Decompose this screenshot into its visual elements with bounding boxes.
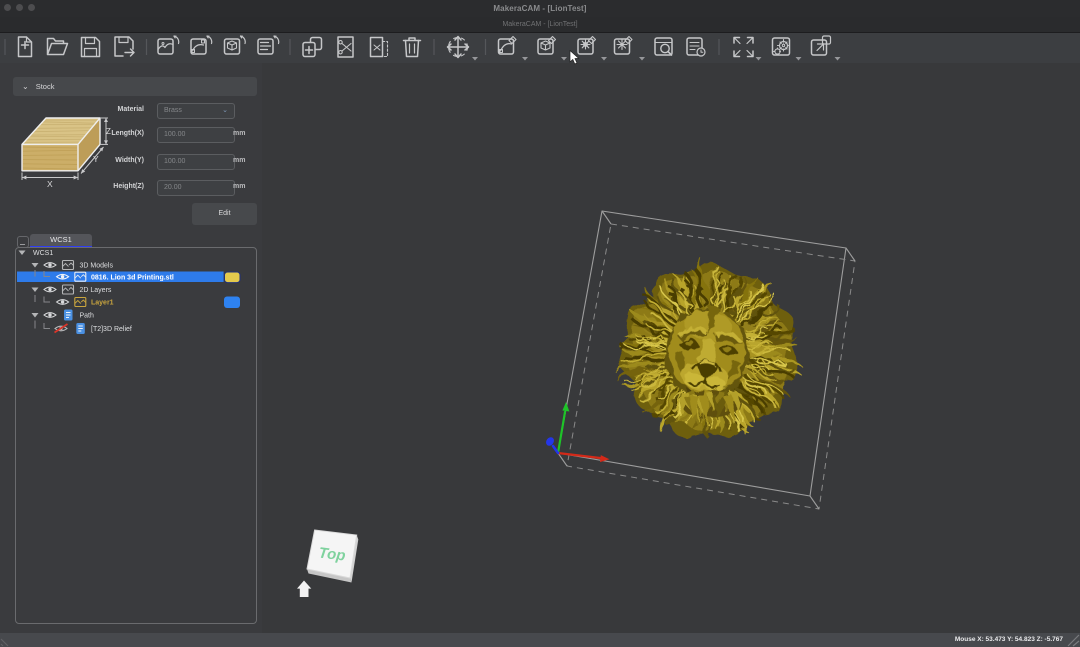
svg-text:Path: Path — [80, 313, 95, 320]
svg-text:2D Layers: 2D Layers — [80, 287, 112, 294]
svg-text:WCS1: WCS1 — [33, 250, 53, 257]
svg-text:[T2]3D Relief: [T2]3D Relief — [91, 326, 132, 333]
svg-text:0816. Lion 3d Printing.stl: 0816. Lion 3d Printing.stl — [91, 274, 174, 281]
svg-text:Top: Top — [318, 544, 347, 564]
svg-text:3D Models: 3D Models — [80, 263, 114, 270]
svg-text:X: X — [47, 179, 53, 189]
svg-text:Layer1: Layer1 — [91, 300, 114, 307]
